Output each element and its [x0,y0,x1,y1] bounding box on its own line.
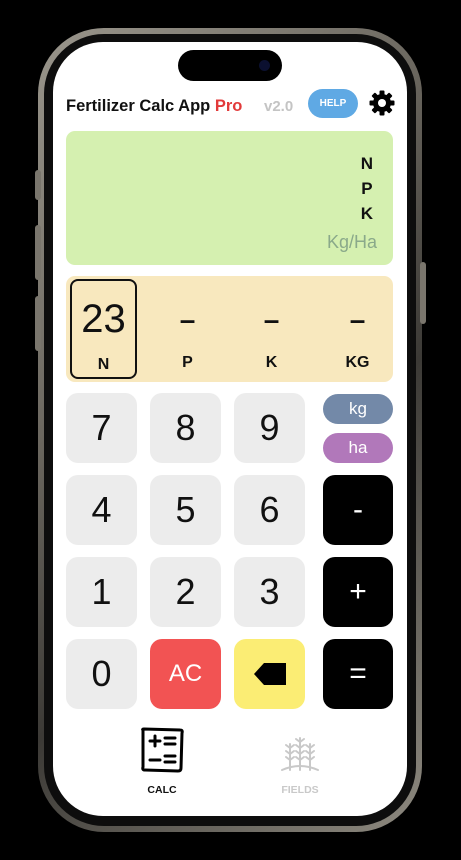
unit-kg-button[interactable]: kg [323,394,393,424]
key-9[interactable]: 9 [234,393,305,463]
result-display: N P K Kg/Ha [66,131,393,265]
value-cell-k[interactable]: – K [238,279,305,379]
value-cell-p[interactable]: – P [154,279,221,379]
key-0[interactable]: 0 [66,639,137,709]
camera-icon [259,60,270,71]
key-5[interactable]: 5 [150,475,221,545]
dynamic-island [178,50,282,81]
tab-calc[interactable]: CALC [122,722,202,802]
pro-badge: Pro [214,97,243,115]
key-3[interactable]: 3 [234,557,305,627]
npk-label-n: N [360,154,373,173]
app-header: Fertilizer Calc App Pro v2.0 HELP [66,89,396,120]
key-7[interactable]: 7 [66,393,137,463]
clear-button[interactable]: AC [150,639,221,709]
equals-button[interactable]: = [323,639,393,709]
app-name: Fertilizer Calc App [66,97,211,115]
key-1[interactable]: 1 [66,557,137,627]
value-label-n: N [97,356,110,373]
npk-label-k: K [360,204,373,223]
npk-labels: N P K [361,151,373,226]
value-cell-n[interactable]: 23 N [70,279,137,379]
wheat-icon [281,737,319,771]
tab-fields[interactable]: FIELDS [260,722,340,802]
value-cell-kg[interactable]: – KG [324,279,391,379]
version-label: v2.0 [264,98,294,115]
action-button [35,170,41,200]
tab-calc-label: CALC [147,784,177,796]
value-n: 23 [81,297,126,341]
unit-label: Kg/Ha [326,232,377,252]
key-2[interactable]: 2 [150,557,221,627]
npk-label-p: P [361,179,373,198]
calculator-icon [141,727,184,773]
key-4[interactable]: 4 [66,475,137,545]
unit-ha-button[interactable]: ha [323,433,393,463]
minus-button[interactable]: - [323,475,393,545]
value-label-p: P [182,354,193,371]
input-values-row: 23 N – P – K – KG [66,276,393,382]
value-p: – [179,304,196,335]
value-label-kg: KG [345,354,370,371]
gear-icon[interactable] [368,89,396,117]
key-8[interactable]: 8 [150,393,221,463]
value-k: – [263,304,280,335]
backspace-button[interactable] [234,639,305,709]
key-6[interactable]: 6 [234,475,305,545]
help-button[interactable]: HELP [308,89,358,118]
tab-fields-label: FIELDS [281,784,319,796]
volume-down-button [35,296,41,351]
power-button [420,262,426,324]
backspace-icon [254,663,286,685]
app-title: Fertilizer Calc App Pro [66,97,242,116]
value-kg: – [349,304,366,335]
value-label-k: K [265,354,278,371]
plus-button[interactable]: + [323,557,393,627]
volume-up-button [35,225,41,280]
